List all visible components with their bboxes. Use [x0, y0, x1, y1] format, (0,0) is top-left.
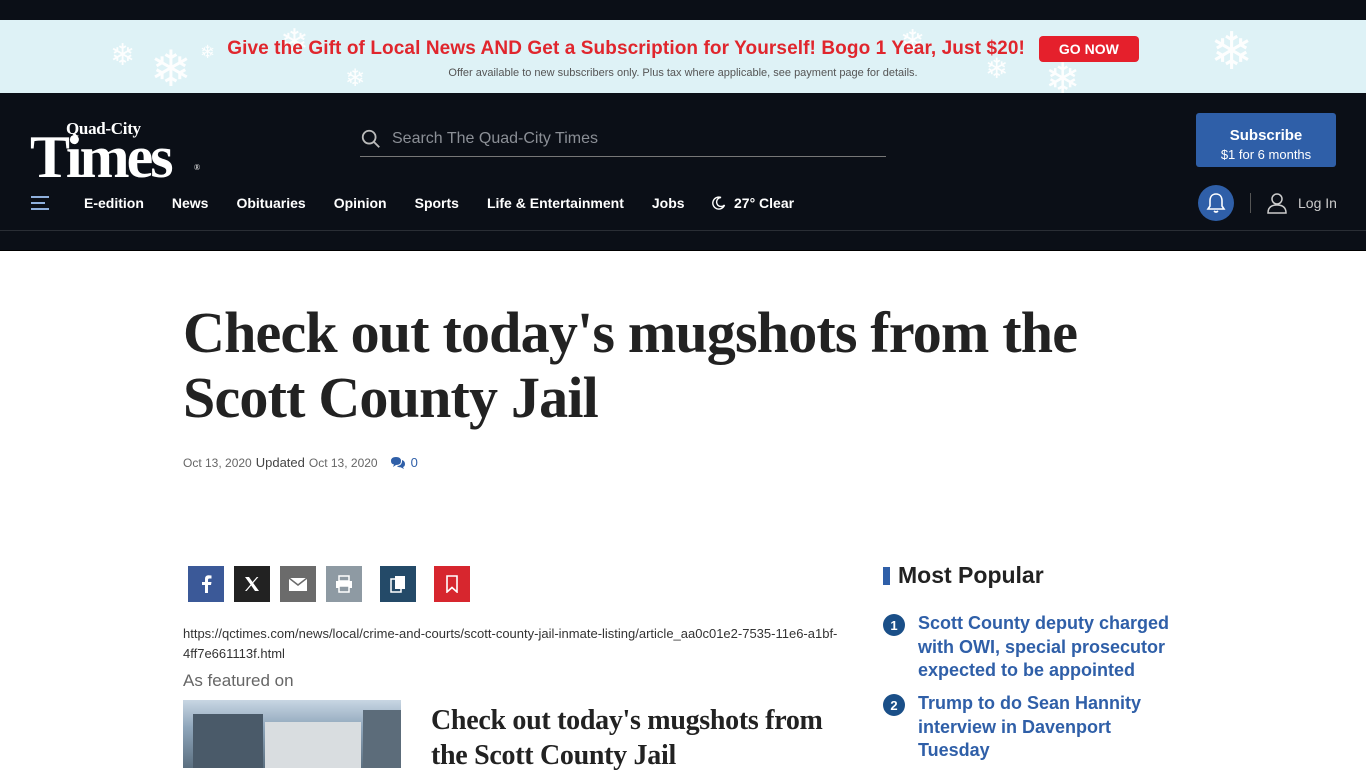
bell-icon — [1206, 193, 1226, 213]
go-now-button[interactable]: GO NOW — [1038, 36, 1139, 62]
thumb-building — [265, 722, 361, 768]
site-logo[interactable]: Quad-City Times ® — [30, 117, 210, 187]
promo-headline-row: Give the Gift of Local News AND Get a Su… — [0, 36, 1366, 62]
nav-item-life-entertainment[interactable]: Life & Entertainment — [473, 195, 638, 211]
popular-rank: 1 — [883, 614, 905, 636]
share-facebook-button[interactable] — [188, 566, 224, 602]
x-icon — [245, 577, 259, 591]
most-popular-header: Most Popular — [883, 562, 1183, 589]
article-url[interactable]: https://qctimes.com/news/local/crime-and… — [183, 624, 843, 664]
nav-item-news[interactable]: News — [158, 195, 223, 211]
share-email-button[interactable] — [280, 566, 316, 602]
promo-banner[interactable]: ❄ ❄ ❄ ❄ ❄ ❄ ❄ ❄ ❄ Give the Gift of Local… — [0, 20, 1366, 93]
comments-link[interactable]: 0 — [390, 455, 418, 470]
subscribe-label: Subscribe — [1229, 127, 1303, 144]
search-bar[interactable] — [360, 121, 886, 157]
subscribe-button[interactable]: Subscribe $1 for 6 months — [1196, 113, 1336, 167]
comment-count: 0 — [410, 455, 418, 470]
promo-headline[interactable]: Give the Gift of Local News AND Get a Su… — [227, 38, 1025, 60]
nav-item-opinion[interactable]: Opinion — [320, 195, 401, 211]
search-input[interactable] — [392, 129, 872, 148]
article-meta: Oct 13, 2020 Updated Oct 13, 2020 0 — [183, 455, 418, 470]
nav-items: E-edition News Obituaries Opinion Sports… — [70, 185, 699, 221]
most-popular: Most Popular 1 Scott County deputy charg… — [883, 562, 1183, 760]
share-bar — [188, 566, 480, 602]
main-nav: E-edition News Obituaries Opinion Sports… — [0, 185, 1366, 221]
popular-item[interactable]: 2 Trump to do Sean Hannity interview in … — [883, 692, 1178, 763]
section-accent-bar — [883, 566, 890, 585]
comments-icon — [390, 456, 405, 469]
nav-item-jobs[interactable]: Jobs — [638, 195, 699, 211]
weather-text: 27° Clear — [734, 195, 795, 211]
popular-headline[interactable]: Scott County deputy charged with OWI, sp… — [918, 612, 1178, 683]
most-popular-title: Most Popular — [898, 562, 1044, 588]
share-x-button[interactable] — [234, 566, 270, 602]
notifications-button[interactable] — [1198, 185, 1234, 221]
login-label: Log In — [1298, 195, 1337, 211]
site-header: Quad-City Times ® Subscribe $1 for 6 mon… — [0, 93, 1366, 251]
subscribe-offer: $1 for 6 months — [1220, 147, 1312, 162]
popular-item[interactable]: 1 Scott County deputy charged with OWI, … — [883, 612, 1178, 683]
weather-widget[interactable]: 27° Clear — [712, 185, 794, 221]
print-button[interactable] — [326, 566, 362, 602]
user-icon — [1267, 193, 1287, 214]
save-bookmark-button[interactable] — [434, 566, 470, 602]
promo-fine-print: Offer available to new subscribers only.… — [448, 67, 918, 79]
logo-big-text: Times — [30, 124, 174, 190]
moon-icon — [712, 196, 726, 210]
updated-label: Updated — [255, 455, 305, 470]
featured-label: As featured on — [183, 671, 294, 690]
updated-date: Oct 13, 2020 — [308, 455, 378, 470]
facebook-icon — [202, 575, 212, 593]
top-strip — [0, 0, 1366, 20]
email-icon — [289, 577, 307, 591]
copy-icon — [390, 576, 405, 593]
nav-item-sports[interactable]: Sports — [401, 195, 473, 211]
search-icon[interactable] — [360, 128, 382, 150]
featured-thumbnail[interactable] — [183, 700, 401, 768]
popular-rank: 2 — [883, 694, 905, 716]
published-date: Oct 13, 2020 — [183, 455, 252, 470]
copy-link-button[interactable] — [380, 566, 416, 602]
nav-divider — [1250, 193, 1251, 213]
bookmark-icon — [446, 575, 458, 593]
logo-registered-mark: ® — [194, 163, 201, 172]
header-divider — [0, 230, 1366, 231]
nav-item-obituaries[interactable]: Obituaries — [222, 195, 319, 211]
menu-icon[interactable] — [30, 193, 50, 213]
thumb-building — [363, 710, 401, 768]
login-link[interactable]: Log In — [1266, 185, 1337, 221]
thumb-building — [193, 714, 263, 768]
print-icon — [336, 575, 352, 593]
featured-article-title[interactable]: Check out today's mugshots from the Scot… — [431, 703, 851, 773]
article-title: Check out today's mugshots from the Scot… — [183, 300, 1078, 430]
popular-headline[interactable]: Trump to do Sean Hannity interview in Da… — [918, 692, 1178, 763]
nav-item-e-edition[interactable]: E-edition — [70, 195, 158, 211]
